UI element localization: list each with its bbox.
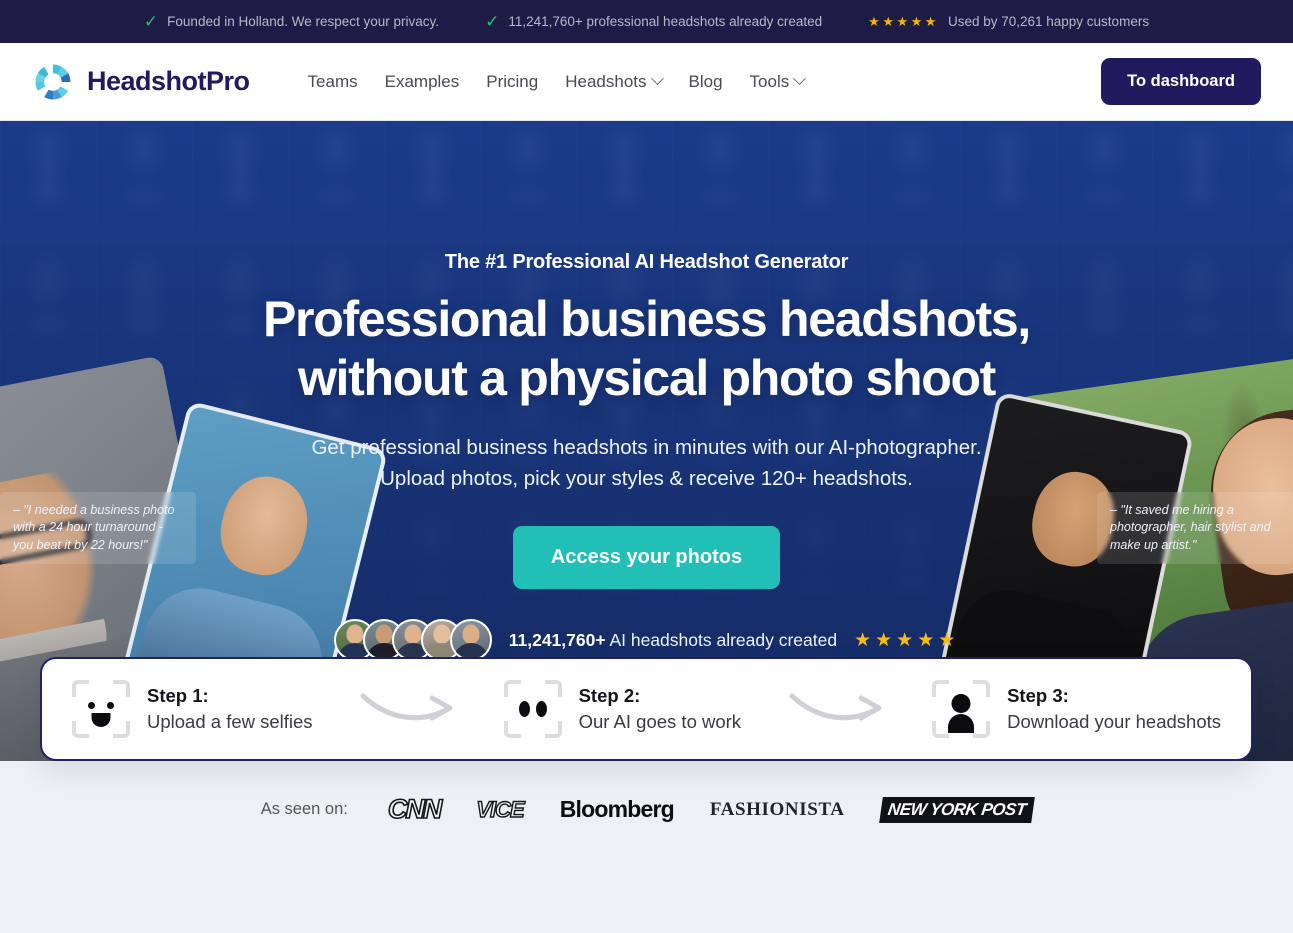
face-eyes-scan-icon: [503, 680, 562, 738]
hero-headline-line-1: Professional business headshots,: [263, 291, 1031, 347]
step-3: Step 3: Download your headshots: [932, 680, 1221, 738]
nav-item-examples[interactable]: Examples: [385, 72, 460, 92]
nav-item-tools[interactable]: Tools: [749, 71, 807, 92]
chevron-down-icon: [650, 72, 664, 86]
nav-label-tools: Tools: [749, 71, 790, 91]
step-1-text: Step 1: Upload a few selfies: [147, 684, 313, 733]
nav-item-pricing[interactable]: Pricing: [486, 72, 538, 92]
nav-label-teams: Teams: [307, 71, 358, 91]
to-dashboard-button[interactable]: To dashboard: [1101, 58, 1261, 105]
cnn-logo: CNN: [387, 793, 443, 825]
hero-sub-line-1: Get professional business headshots in m…: [311, 436, 982, 459]
headshot-count-label: AI headshots already created: [605, 629, 838, 650]
headshotpro-logo-icon: [32, 61, 74, 103]
person-scan-icon: [932, 680, 991, 738]
announcement-text-customers: Used by 70,261 happy customers: [947, 14, 1150, 29]
step-2-title: Step 2:: [578, 685, 641, 707]
announcement-item-headshots-created: ✓ 11,241,760+ professional headshots alr…: [485, 13, 822, 30]
step-3-title: Step 3:: [1007, 685, 1069, 707]
press-logos-section: As seen on: CNN VICE Bloomberg FASHIONIS…: [0, 761, 1293, 858]
nav-item-headshots[interactable]: Headshots: [565, 71, 664, 92]
nav-label-blog: Blog: [688, 71, 723, 91]
step-2-desc: Our AI goes to work: [578, 710, 742, 732]
headshot-count: 11,241,760+: [508, 629, 606, 650]
main-navigation: Teams Examples Pricing Headshots Blog To…: [308, 71, 807, 92]
hero-sub-line-2: Upload photos, pick your styles & receiv…: [380, 467, 913, 491]
step-2-text: Step 2: Our AI goes to work: [579, 684, 741, 733]
avatar-group: [333, 619, 492, 662]
check-icon: ✓: [485, 12, 500, 31]
nav-label-examples: Examples: [384, 71, 460, 91]
bloomberg-logo: Bloomberg: [559, 796, 675, 822]
nav-item-teams[interactable]: Teams: [308, 72, 358, 92]
step-3-desc: Download your headshots: [1007, 710, 1222, 732]
rating-stars-icon: ★★★★★: [854, 629, 960, 651]
announcement-text-privacy: Founded in Holland. We respect your priv…: [167, 14, 440, 29]
new-york-post-logo: NEW YORK POST: [878, 796, 1035, 823]
social-proof-row: 11,241,760+ AI headshots already created…: [0, 619, 1293, 662]
access-your-photos-button[interactable]: Access your photos: [512, 526, 781, 590]
hero-subheadline: Get professional business headshots in m…: [0, 432, 1293, 494]
step-3-text: Step 3: Download your headshots: [1007, 684, 1221, 733]
step-2: Step 2: Our AI goes to work: [503, 680, 741, 738]
nav-label-headshots: Headshots: [565, 71, 647, 91]
step-1: Step 1: Upload a few selfies: [72, 680, 313, 738]
arrow-right-icon: [789, 687, 885, 732]
announcement-item-customers: ★★★★★ Used by 70,261 happy customers: [868, 14, 1149, 29]
arrow-right-icon: [360, 687, 456, 732]
social-proof-text: 11,241,760+ AI headshots already created: [509, 630, 837, 651]
fashionista-logo: FASHIONISTA: [709, 798, 845, 820]
vice-logo: VICE: [476, 796, 526, 822]
hero-headline: Professional business headshots, without…: [0, 290, 1293, 408]
avatar: [449, 619, 492, 662]
face-smile-scan-icon: [72, 680, 130, 738]
steps-card-wrapper: Step 1: Upload a few selfies Step 2: Our…: [0, 657, 1293, 761]
as-seen-on-label: As seen on:: [260, 800, 348, 818]
step-1-desc: Upload a few selfies: [147, 710, 313, 732]
hero-content: The #1 Professional AI Headshot Generato…: [0, 121, 1293, 662]
check-icon: ✓: [143, 12, 159, 31]
nav-item-blog[interactable]: Blog: [689, 72, 723, 92]
announcement-bar: ✓ Founded in Holland. We respect your pr…: [0, 0, 1293, 43]
site-header: HeadshotPro Teams Examples Pricing Heads…: [0, 43, 1293, 121]
announcement-text-headshots-created: 11,241,760+ professional headshots alrea…: [508, 14, 823, 29]
brand-logo[interactable]: HeadshotPro: [32, 61, 250, 103]
announcement-item-privacy: ✓ Founded in Holland. We respect your pr…: [144, 13, 439, 30]
hero-eyebrow: The #1 Professional AI Headshot Generato…: [444, 251, 849, 273]
steps-card: Step 1: Upload a few selfies Step 2: Our…: [40, 657, 1253, 761]
brand-name: HeadshotPro: [87, 66, 250, 96]
nav-label-pricing: Pricing: [486, 71, 539, 91]
stars-icon: ★★★★★: [868, 14, 939, 29]
step-1-title: Step 1:: [147, 685, 209, 707]
hero-headline-line-2: without a physical photo shoot: [297, 350, 996, 406]
chevron-down-icon: [793, 72, 807, 86]
